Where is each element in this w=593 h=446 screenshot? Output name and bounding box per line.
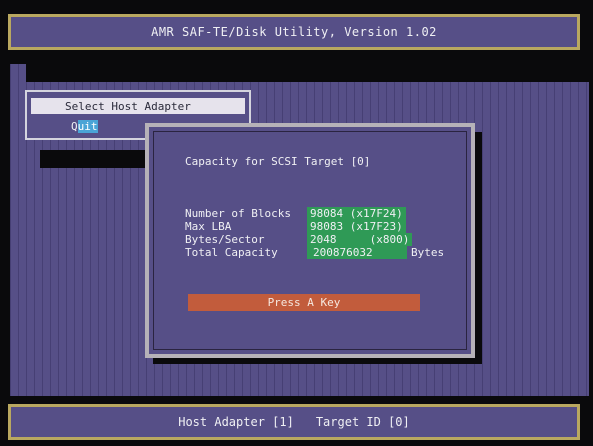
- row-value: 98084 (x17F24): [307, 207, 406, 220]
- row-value: 98083 (x17F23): [307, 220, 406, 233]
- app-title: AMR SAF-TE/Disk Utility, Version 1.02: [151, 25, 437, 39]
- row-label: Number of Blocks: [185, 207, 291, 220]
- desktop-shadow-band: [26, 64, 589, 82]
- row-unit: Bytes: [411, 246, 445, 259]
- quit-label-rest: uit: [77, 119, 98, 133]
- status-bar: Host Adapter [1] Target ID [0]: [8, 404, 580, 440]
- title-bar: AMR SAF-TE/Disk Utility, Version 1.02: [8, 14, 580, 50]
- quit-label: Quit: [71, 119, 98, 133]
- row-label: Total Capacity: [185, 246, 278, 259]
- row-value: 2048 (x800): [307, 233, 413, 246]
- quit-hotkey: Q: [71, 119, 78, 133]
- menu-item-select-host-adapter[interactable]: Select Host Adapter: [31, 98, 245, 114]
- row-label: Max LBA: [185, 220, 232, 233]
- dialog-title: Capacity for SCSI Target [0]: [185, 155, 371, 168]
- row-value: 200876032: [307, 246, 407, 259]
- capacity-dialog: Capacity for SCSI Target [0] Number of B…: [145, 123, 475, 358]
- status-target-id: Target ID [0]: [315, 415, 410, 429]
- status-host-adapter: Host Adapter [1]: [178, 415, 294, 429]
- row-label: Bytes/Sector: [185, 233, 265, 246]
- menu-shadow: [40, 150, 148, 168]
- menu-item-label: Select Host Adapter: [65, 99, 191, 113]
- press-key-prompt[interactable]: Press A Key: [188, 294, 420, 311]
